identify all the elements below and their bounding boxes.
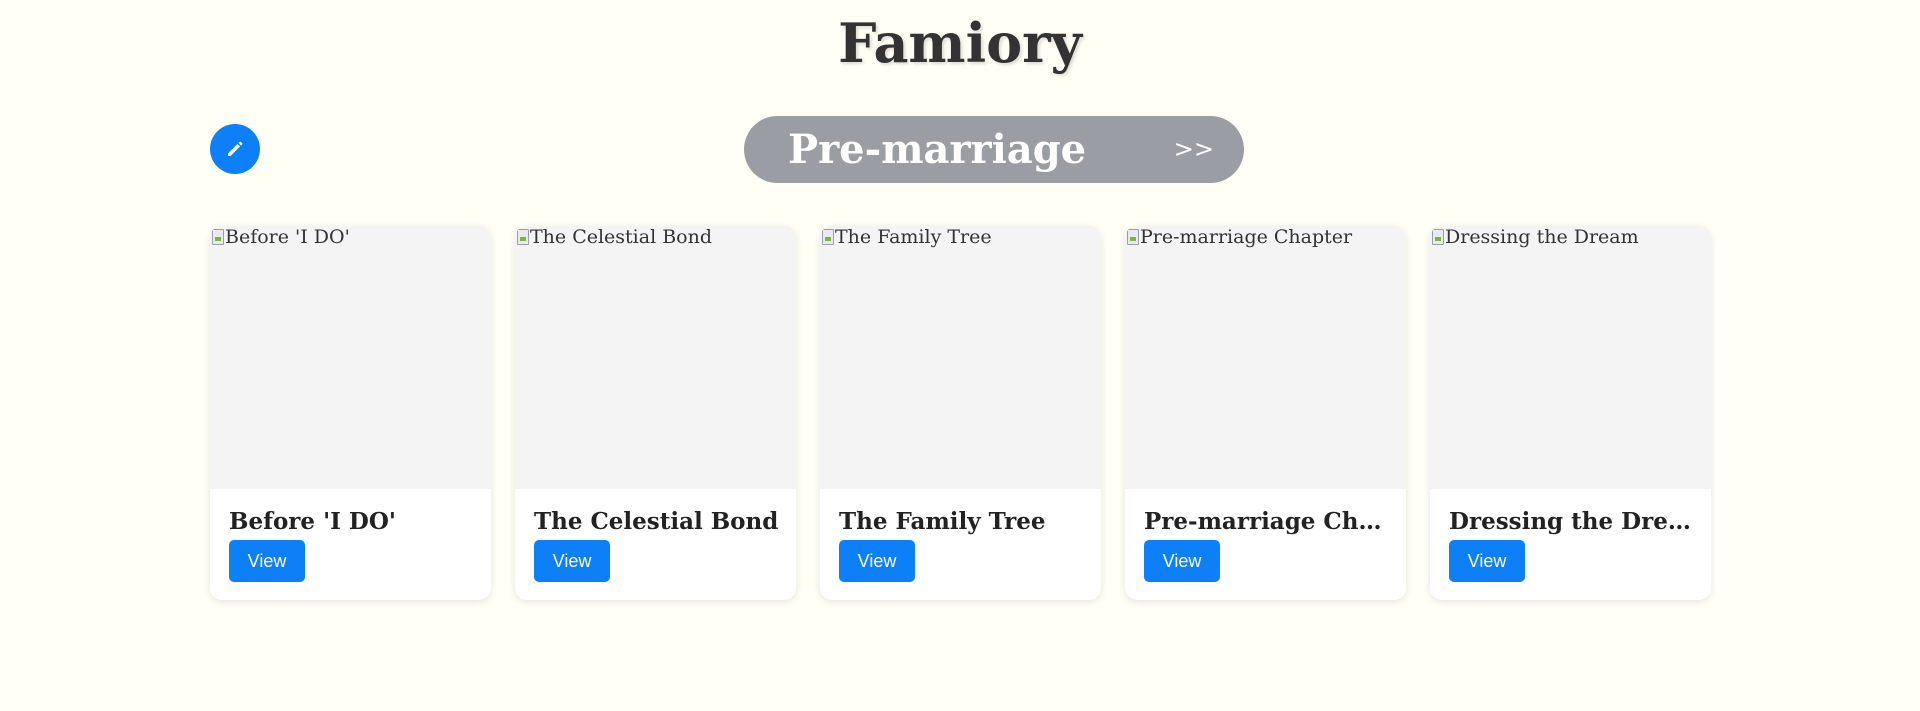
story-card: Before 'I DO' Before 'I DO' View <box>210 226 491 600</box>
card-image-alt-text: The Family Tree <box>835 226 992 248</box>
edit-button[interactable] <box>210 124 260 174</box>
card-image-alt-text: Pre-marriage Chapter <box>1140 226 1353 248</box>
chapter-name: Pre-marriage <box>788 126 1087 173</box>
chapter-selector: Pre-marriage >> <box>744 116 1244 183</box>
story-card: The Family Tree The Family Tree View <box>820 226 1101 600</box>
broken-image-icon <box>517 229 529 245</box>
app-title: Famiory <box>838 11 1082 75</box>
card-image-alt-text: The Celestial Bond <box>530 226 713 248</box>
view-button[interactable]: View <box>229 540 305 582</box>
card-title: The Family Tree <box>839 508 1046 535</box>
card-image-alt: Dressing the Dream <box>1430 226 1639 248</box>
view-button[interactable]: View <box>1144 540 1220 582</box>
card-image-alt: Before 'I DO' <box>210 226 350 248</box>
card-title: Before 'I DO' <box>229 508 396 535</box>
card-image: Pre-marriage Chapter <box>1125 226 1406 489</box>
broken-image-icon <box>1432 229 1444 245</box>
story-card: The Celestial Bond The Celestial Bond Vi… <box>515 226 796 600</box>
card-title: The Celestial Bond <box>534 508 779 535</box>
pencil-icon <box>228 141 243 156</box>
view-button[interactable]: View <box>1449 540 1525 582</box>
broken-image-icon <box>212 229 224 245</box>
card-image-alt: Pre-marriage Chapter <box>1125 226 1352 248</box>
story-card: Pre-marriage Chapter Pre-marriage Chapte… <box>1125 226 1406 600</box>
card-image-alt: The Celestial Bond <box>515 226 712 248</box>
view-button[interactable]: View <box>534 540 610 582</box>
broken-image-icon <box>1127 229 1139 245</box>
view-button[interactable]: View <box>839 540 915 582</box>
card-image: Before 'I DO' <box>210 226 491 489</box>
next-chapter-button[interactable]: >> <box>1174 116 1214 183</box>
card-image-alt-text: Dressing the Dream <box>1445 226 1639 248</box>
card-image: The Celestial Bond <box>515 226 796 489</box>
story-card: Dressing the Dream Dressing the Dream Vi… <box>1430 226 1711 600</box>
card-image-alt-text: Before 'I DO' <box>225 226 350 248</box>
broken-image-icon <box>822 229 834 245</box>
card-title: Dressing the Dream <box>1449 508 1697 535</box>
card-image-alt: The Family Tree <box>820 226 992 248</box>
card-image: Dressing the Dream <box>1430 226 1711 489</box>
card-title: Pre-marriage Chapter <box>1144 508 1392 535</box>
card-image: The Family Tree <box>820 226 1101 489</box>
